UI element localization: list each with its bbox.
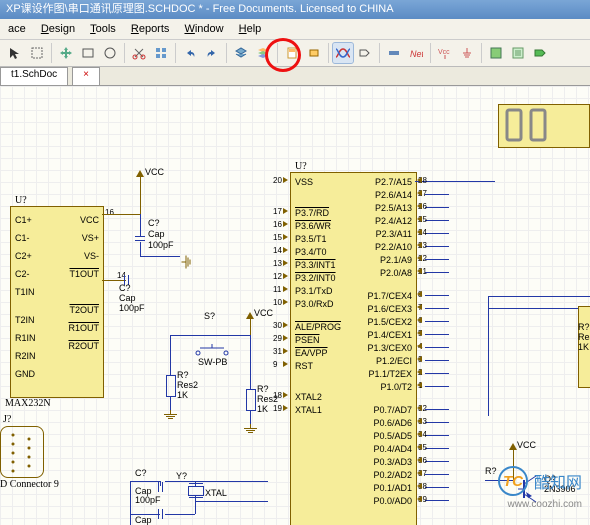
netlabel-icon[interactable] — [355, 43, 375, 63]
value: 1K — [578, 342, 589, 352]
component-icon[interactable] — [304, 43, 324, 63]
refdes: J? — [3, 414, 11, 425]
switch[interactable] — [195, 344, 229, 356]
value: 100pF — [148, 240, 174, 250]
move-icon[interactable] — [56, 43, 76, 63]
refdes: R? — [485, 466, 497, 476]
value: D Connector 9 — [0, 479, 59, 490]
resistor[interactable] — [246, 389, 256, 411]
value: SW-PB — [198, 357, 227, 367]
component-mcu[interactable]: VSSP3.7/RDP3.6/WRP3.5/T1P3.4/T0P3.3/INT1… — [290, 172, 417, 525]
refdes: C? — [135, 468, 147, 478]
svg-text:Vcc: Vcc — [438, 49, 450, 56]
annotation-icon[interactable]: Net — [406, 43, 426, 63]
value: Cap — [148, 229, 165, 239]
gnd-icon[interactable] — [457, 43, 477, 63]
rect-icon[interactable] — [78, 43, 98, 63]
menu-tools[interactable]: Tools — [84, 23, 122, 35]
arrow-tool-icon[interactable] — [5, 43, 25, 63]
layers-icon[interactable] — [253, 43, 273, 63]
refdes: R? — [257, 384, 269, 394]
watermark-url: www.coozhi.com — [508, 499, 582, 510]
menu-bar: ace DDesignesign Tools Reports Window He… — [0, 19, 590, 40]
port-icon[interactable] — [530, 43, 550, 63]
watermark: TC 酷知网 — [498, 466, 582, 496]
vcc-icon[interactable]: Vcc — [435, 43, 455, 63]
capacitor[interactable] — [157, 482, 163, 492]
value: 1K — [257, 404, 268, 414]
part-name: MAX232N — [5, 398, 51, 409]
gnd-icon — [182, 256, 192, 269]
sheet-symbol-icon[interactable] — [508, 43, 528, 63]
refdes: S? — [204, 311, 215, 321]
refdes: Y? — [176, 471, 187, 481]
menu-design[interactable]: DDesignesign — [35, 23, 81, 35]
pin-number: 16 — [105, 208, 114, 218]
menu-help[interactable]: Help — [233, 23, 268, 35]
undo-icon[interactable] — [180, 43, 200, 63]
menu-reports[interactable]: Reports — [125, 23, 176, 35]
menu-item[interactable]: ace — [2, 23, 32, 35]
component-display[interactable] — [498, 104, 590, 148]
marquee-icon[interactable] — [27, 43, 47, 63]
svg-text:Net: Net — [410, 49, 423, 59]
value: 1K — [177, 390, 188, 400]
refdes: R? — [177, 370, 189, 380]
net-vcc: VCC — [517, 440, 536, 450]
crystal[interactable] — [188, 486, 204, 496]
part-icon[interactable] — [486, 43, 506, 63]
value: 100pF — [119, 303, 145, 313]
wire-tool-icon[interactable] — [333, 43, 353, 63]
gnd-icon — [244, 424, 257, 434]
layer-icon[interactable] — [231, 43, 251, 63]
grid-icon[interactable] — [151, 43, 171, 63]
refdes: U? — [295, 161, 307, 172]
tab-schematic[interactable]: t1.SchDoc — [0, 67, 68, 85]
watermark-icon: TC — [498, 466, 528, 496]
schematic-canvas[interactable]: U? C1+C1-C2+C2-T1INT2INR1INR2INGND VCCVS… — [0, 86, 590, 525]
cut-icon[interactable] — [129, 43, 149, 63]
refdes: R? — [578, 322, 590, 332]
value: XTAL — [205, 488, 227, 498]
menu-window[interactable]: Window — [178, 23, 229, 35]
value: Res — [578, 332, 590, 342]
refdes: C? — [148, 218, 160, 228]
circle-icon[interactable] — [100, 43, 120, 63]
toolbar: Net Vcc — [0, 40, 590, 67]
component-max232[interactable]: C1+C1-C2+C2-T1INT2INR1INR2INGND VCCVS+VS… — [10, 206, 104, 398]
document-tabs: t1.SchDoc × — [0, 67, 590, 86]
tab-close-icon[interactable]: × — [72, 67, 100, 85]
value: 100pF — [135, 495, 161, 505]
d-connector[interactable] — [0, 426, 44, 478]
value: Res2 — [177, 380, 198, 390]
gnd-icon — [164, 410, 177, 420]
sheet-icon[interactable] — [282, 43, 302, 63]
refdes: U? — [15, 195, 27, 206]
resistor[interactable] — [166, 375, 176, 397]
redo-icon[interactable] — [202, 43, 222, 63]
bus-icon[interactable] — [384, 43, 404, 63]
value: Cap — [119, 293, 136, 303]
window-titlebar: XP课设作图\串口通讯原理图.SCHDOC * - Free Documents… — [0, 0, 590, 19]
net-vcc: VCC — [145, 167, 164, 177]
power-arrow-icon — [246, 308, 254, 319]
power-arrow-icon — [509, 439, 517, 450]
power-arrow-icon — [136, 166, 144, 177]
refdes: C? — [119, 283, 131, 293]
net-vcc: VCC — [254, 308, 273, 318]
